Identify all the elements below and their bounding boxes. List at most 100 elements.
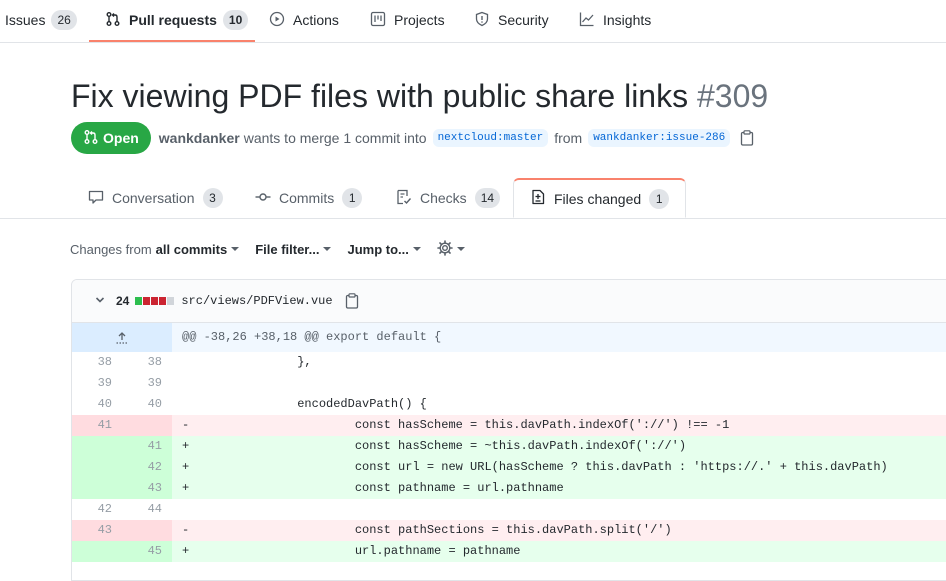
tab-commits[interactable]: Commits 1 [255,178,363,218]
changes-from-prefix: Changes from [70,241,152,257]
diff-code: + const pathname = url.pathname [172,478,946,499]
tab-checks-label: Checks [420,190,467,206]
tab-conversation-label: Conversation [112,190,195,206]
file-diff: 24 src/views/PDFView.vue @@ -38,26 +38,1… [71,279,946,581]
old-line-number[interactable]: 41 [72,415,122,436]
expand-up-button[interactable] [72,323,172,352]
diffstat-block [167,297,175,305]
tab-commits-counter: 1 [342,188,363,208]
chevron-down-icon [231,247,240,251]
copy-icon[interactable] [345,293,359,309]
pr-number: #309 [696,78,769,114]
new-line-number[interactable]: 39 [122,373,172,394]
diff-line: 40 40 encodedDavPath() { [72,394,946,415]
diff-code: - const pathSections = this.davPath.spli… [172,520,946,541]
diffstat-block [159,297,167,305]
changes-from-dropdown[interactable]: Changes from all commits [70,241,240,257]
new-line-number[interactable]: 43 [122,478,172,499]
jump-to-dropdown[interactable]: Jump to... [347,241,421,257]
file-header: 24 src/views/PDFView.vue [72,280,946,323]
file-change-count: 24 [116,294,130,308]
tab-conversation[interactable]: Conversation 3 [88,178,223,218]
file-filter-label: File filter... [255,241,320,257]
pr-from-text: from [554,130,583,146]
gear-icon [437,239,453,259]
old-line-number[interactable]: 39 [72,373,122,394]
issues-counter: 26 [51,10,77,30]
old-line-number[interactable]: 38 [72,352,122,373]
repo-nav-security[interactable]: Security [474,0,549,40]
repo-nav-issues[interactable]: Issues 26 [5,0,77,40]
tab-commits-label: Commits [279,190,335,206]
diff-toolbar: Changes from all commits File filter... … [70,238,481,260]
new-line-number[interactable]: 44 [122,499,172,520]
pr-state-badge: Open [71,122,151,154]
diff-line-added: 41 + const hasScheme = ~this.davPath.ind… [72,436,946,457]
pr-title: Fix viewing PDF files with public share … [71,74,768,118]
diff-code: + const url = new URL(hasScheme ? this.d… [172,457,946,478]
tab-checks[interactable]: Checks 14 [396,178,501,218]
diff-line: 38 38 }, [72,352,946,373]
chevron-down-icon [456,247,465,251]
pr-title-text: Fix viewing PDF files with public share … [71,78,689,114]
expand-up-icon [116,331,128,344]
repo-nav-pull-requests[interactable]: Pull requests 10 [105,0,249,40]
git-pull-request-icon [105,11,129,30]
pr-author-link[interactable]: wankdanker [159,130,240,146]
new-line-number[interactable]: 38 [122,352,172,373]
diff-line-deleted: 41 - const hasScheme = this.davPath.inde… [72,415,946,436]
pr-state-label: Open [103,130,139,146]
diff-settings-dropdown[interactable] [437,239,465,259]
repo-nav-security-label: Security [498,12,549,28]
new-line-number[interactable]: 42 [122,457,172,478]
diff-line-added: 42 + const url = new URL(hasScheme ? thi… [72,457,946,478]
repo-nav-actions-label: Actions [293,12,339,28]
diff-code [172,373,946,394]
new-line-number[interactable]: 45 [122,541,172,562]
old-line-number[interactable] [72,478,122,499]
diff-code: + url.pathname = pathname [172,541,946,562]
diff-code: }, [182,355,312,369]
pr-meta: Open wankdanker wants to merge 1 commit … [71,122,754,154]
repo-nav-insights[interactable]: Insights [579,0,651,40]
repo-nav-projects[interactable]: Projects [370,0,445,40]
commit-icon [255,189,279,208]
old-line-number[interactable] [72,457,122,478]
chevron-down-icon[interactable] [94,294,106,309]
file-filter-dropdown[interactable]: File filter... [255,241,332,257]
old-line-number[interactable]: 40 [72,394,122,415]
chevron-down-icon [323,247,332,251]
jump-to-label: Jump to... [347,241,409,257]
repo-nav-actions[interactable]: Actions [269,0,339,40]
old-line-number[interactable] [72,436,122,457]
new-line-number[interactable] [122,520,172,541]
diffstat-block [151,297,159,305]
file-path-link[interactable]: src/views/PDFView.vue [181,294,332,308]
diff-line-deleted: 43 - const pathSections = this.davPath.s… [72,520,946,541]
diff-code: encodedDavPath() { [182,397,427,411]
tab-files-changed-counter: 1 [649,188,670,209]
base-branch[interactable]: nextcloud:master [432,129,549,147]
diffstat [135,294,175,308]
repo-nav: Issues 26 Pull requests 10 Actions Proje… [0,0,946,43]
old-line-number[interactable] [72,541,122,562]
file-diff-icon [530,189,554,208]
head-branch[interactable]: wankdanker:issue-286 [588,129,731,147]
new-line-number[interactable]: 40 [122,394,172,415]
repo-nav-pull-requests-label: Pull requests [129,12,217,28]
new-line-number[interactable]: 41 [122,436,172,457]
diff-code: - const hasScheme = this.davPath.indexOf… [172,415,946,436]
copy-icon[interactable] [740,130,754,146]
diff-line: 39 39 [72,373,946,394]
diff-code [172,499,946,520]
repo-nav-projects-label: Projects [394,12,445,28]
tab-conversation-counter: 3 [202,188,223,208]
new-line-number[interactable] [122,415,172,436]
diffstat-block [135,297,143,305]
tab-files-changed[interactable]: Files changed 1 [513,178,687,218]
old-line-number[interactable]: 42 [72,499,122,520]
pr-tabs: Conversation 3 Commits 1 Checks 14 Files… [0,178,946,219]
old-line-number[interactable]: 43 [72,520,122,541]
play-icon [269,11,293,30]
diffstat-block [143,297,151,305]
